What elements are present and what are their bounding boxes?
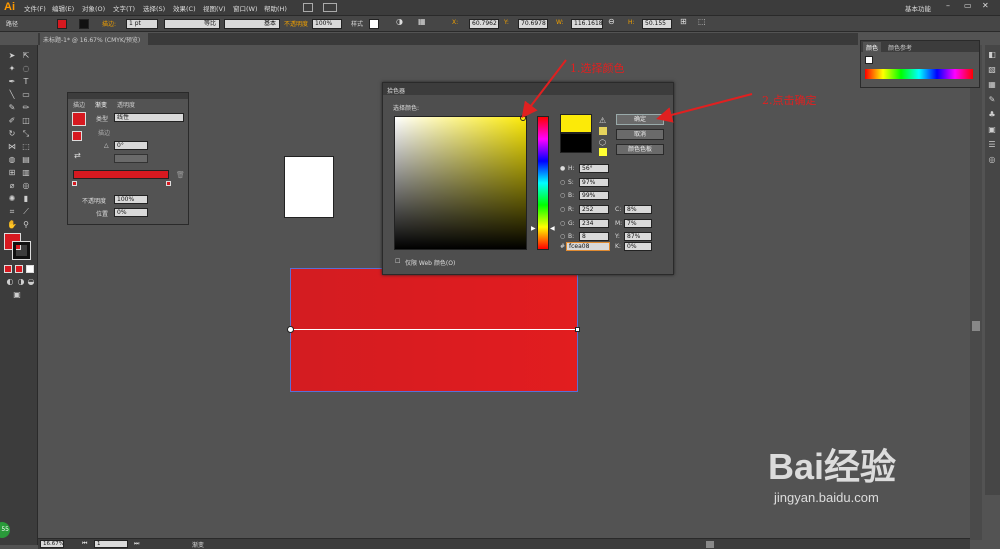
annotation-step1: 1.选择颜色 [570,62,625,75]
arrow-to-color-field [521,59,567,119]
arrow-to-ok-button [656,93,753,123]
zoom-field[interactable]: 16.67% [40,540,64,548]
watermark-brand: Bai经验 [768,446,897,487]
first-page-icon[interactable]: ⏮ [82,540,87,548]
artboard-nav-field[interactable]: 1 [94,540,128,548]
current-tool-label: 渐变 [192,542,205,549]
annotation-step2: 2.点击确定 [762,94,817,107]
status-bar: 16.67% ⏮ 1 ⏭ 渐变 [38,538,970,549]
last-page-icon[interactable]: ⏭ [134,540,139,548]
baidu-watermark: Bai经验 jingyan.baidu.com [768,438,896,505]
horizontal-scroll-thumb[interactable] [706,541,714,548]
watermark-url: jingyan.baidu.com [774,490,879,505]
